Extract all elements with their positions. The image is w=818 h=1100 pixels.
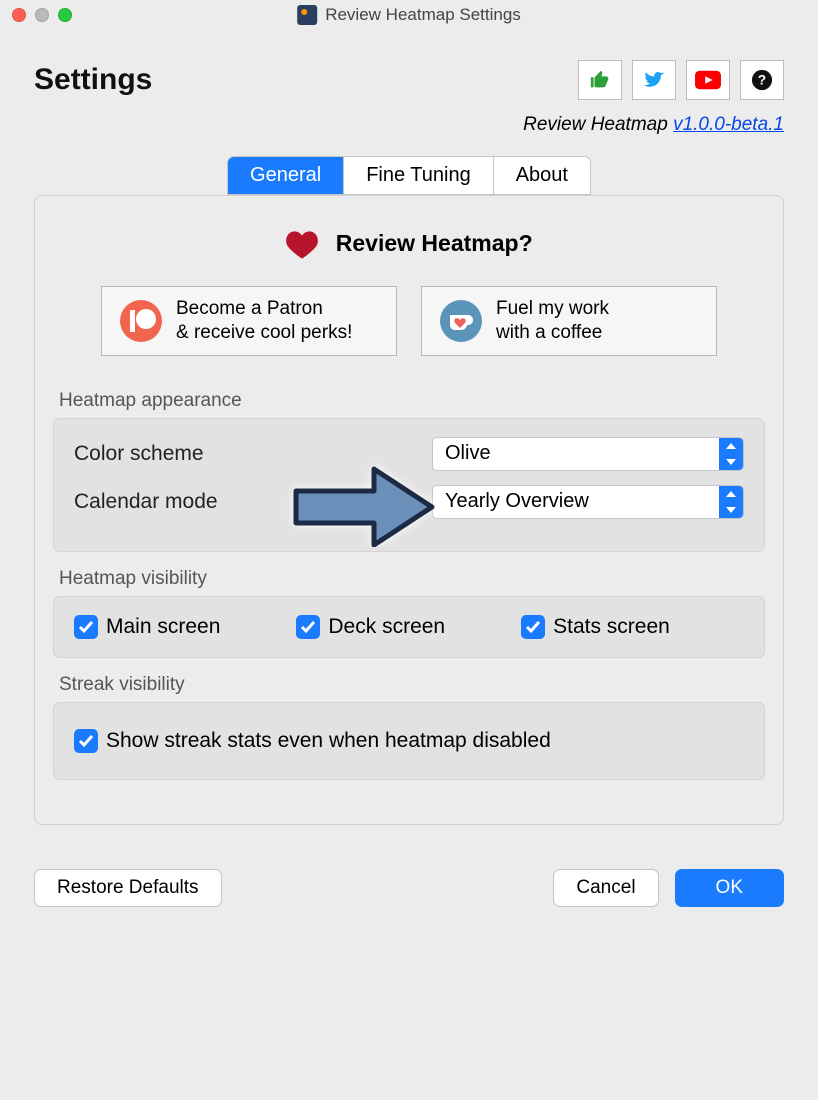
window-title: Review Heatmap Settings (325, 5, 521, 25)
kofi-line1: Fuel my work (496, 297, 609, 321)
youtube-icon (695, 70, 721, 90)
page-title: Settings (34, 63, 152, 97)
ok-button[interactable]: OK (675, 869, 784, 907)
streak-checkbox[interactable]: Show streak stats even when heatmap disa… (74, 729, 744, 753)
help-icon: ? (751, 69, 773, 91)
stats-screen-checkbox[interactable]: Stats screen (521, 615, 670, 639)
stats-screen-label: Stats screen (553, 615, 670, 639)
kofi-promo-button[interactable]: Fuel my work with a coffee (421, 286, 717, 356)
zoom-window-button[interactable] (58, 8, 72, 22)
addon-name: Review Heatmap (523, 114, 668, 135)
kofi-line2: with a coffee (496, 321, 609, 345)
main-screen-label: Main screen (106, 615, 220, 639)
visibility-label: Heatmap visibility (59, 568, 765, 590)
checkbox-checked-icon (521, 615, 545, 639)
app-icon (297, 5, 317, 25)
streak-label: Streak visibility (59, 674, 765, 696)
thumbs-up-button[interactable] (578, 60, 622, 100)
main-screen-checkbox[interactable]: Main screen (74, 615, 220, 639)
color-scheme-label: Color scheme (74, 442, 294, 466)
appearance-label: Heatmap appearance (59, 390, 765, 412)
close-window-button[interactable] (12, 8, 26, 22)
tab-about[interactable]: About (494, 157, 590, 194)
love-prompt-text: Review Heatmap? (336, 230, 533, 256)
visibility-section: Main screen Deck screen Stats screen (53, 596, 765, 658)
traffic-lights (12, 8, 72, 22)
calendar-mode-value: Yearly Overview (433, 490, 719, 513)
youtube-button[interactable] (686, 60, 730, 100)
general-panel: Review Heatmap? Become a Patron & receiv… (34, 195, 784, 825)
twitter-button[interactable] (632, 60, 676, 100)
tab-general[interactable]: General (228, 157, 344, 194)
kofi-icon (440, 300, 482, 342)
cancel-button[interactable]: Cancel (553, 869, 658, 907)
deck-screen-label: Deck screen (328, 615, 445, 639)
select-stepper-icon (719, 486, 743, 518)
version-link[interactable]: v1.0.0-beta.1 (673, 114, 784, 135)
checkbox-checked-icon (296, 615, 320, 639)
tab-fine-tuning[interactable]: Fine Tuning (344, 157, 494, 194)
select-stepper-icon (719, 438, 743, 470)
color-scheme-select[interactable]: Olive (432, 437, 744, 471)
patreon-promo-button[interactable]: Become a Patron & receive cool perks! (101, 286, 397, 356)
streak-section: Show streak stats even when heatmap disa… (53, 702, 765, 780)
patreon-icon (120, 300, 162, 342)
deck-screen-checkbox[interactable]: Deck screen (296, 615, 445, 639)
help-button[interactable]: ? (740, 60, 784, 100)
checkbox-checked-icon (74, 729, 98, 753)
svg-text:?: ? (758, 73, 766, 88)
heart-icon (285, 230, 319, 260)
checkbox-checked-icon (74, 615, 98, 639)
thumbs-up-icon (589, 69, 611, 91)
patreon-line2: & receive cool perks! (176, 321, 352, 345)
twitter-icon (642, 68, 666, 92)
minimize-window-button[interactable] (35, 8, 49, 22)
streak-check-label: Show streak stats even when heatmap disa… (106, 729, 551, 753)
tab-group: General Fine Tuning About (227, 156, 591, 195)
calendar-mode-label: Calendar mode (74, 490, 294, 514)
color-scheme-value: Olive (433, 442, 719, 465)
calendar-mode-select[interactable]: Yearly Overview (432, 485, 744, 519)
patreon-line1: Become a Patron (176, 297, 352, 321)
appearance-section: Color scheme Olive Calendar mode Yearly … (53, 418, 765, 552)
restore-defaults-button[interactable]: Restore Defaults (34, 869, 222, 907)
love-prompt-row: Review Heatmap? (53, 230, 765, 260)
titlebar: Review Heatmap Settings (0, 0, 818, 30)
